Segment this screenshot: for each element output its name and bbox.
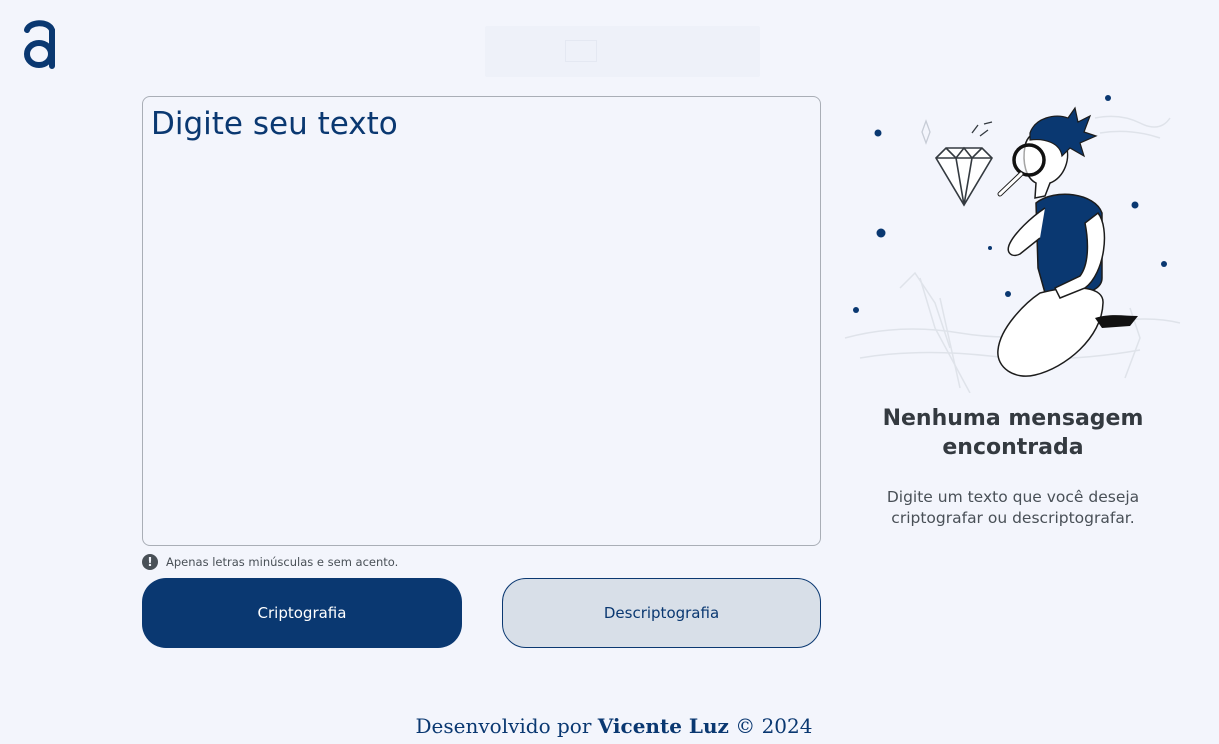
- footer: Desenvolvido por Vicente Luz © 2024: [0, 714, 1219, 738]
- hint-text: Apenas letras minúsculas e sem acento.: [166, 555, 399, 569]
- message-textarea[interactable]: [151, 105, 812, 537]
- encrypt-button[interactable]: Criptografia: [142, 578, 462, 648]
- banner-inner-box: [565, 40, 597, 62]
- decrypt-button[interactable]: Descriptografia: [502, 578, 821, 648]
- empty-state-title: Nenhuma mensagem encontrada: [882, 406, 1144, 460]
- input-hint: ! Apenas letras minúsculas e sem acento.: [142, 553, 398, 571]
- empty-state-description: Digite um texto que você deseja criptogr…: [886, 488, 1140, 527]
- text-input-container: [142, 96, 821, 546]
- footer-copyright: © 2024: [735, 714, 813, 738]
- exclamation-circle-icon: !: [142, 554, 158, 570]
- alura-logo-icon[interactable]: [20, 18, 60, 72]
- footer-author: Vicente Luz: [597, 714, 729, 738]
- person-with-magnifying-glass-illustration: [840, 88, 1185, 394]
- header-placeholder-banner: [485, 26, 760, 77]
- footer-prefix: Desenvolvido por: [415, 714, 592, 738]
